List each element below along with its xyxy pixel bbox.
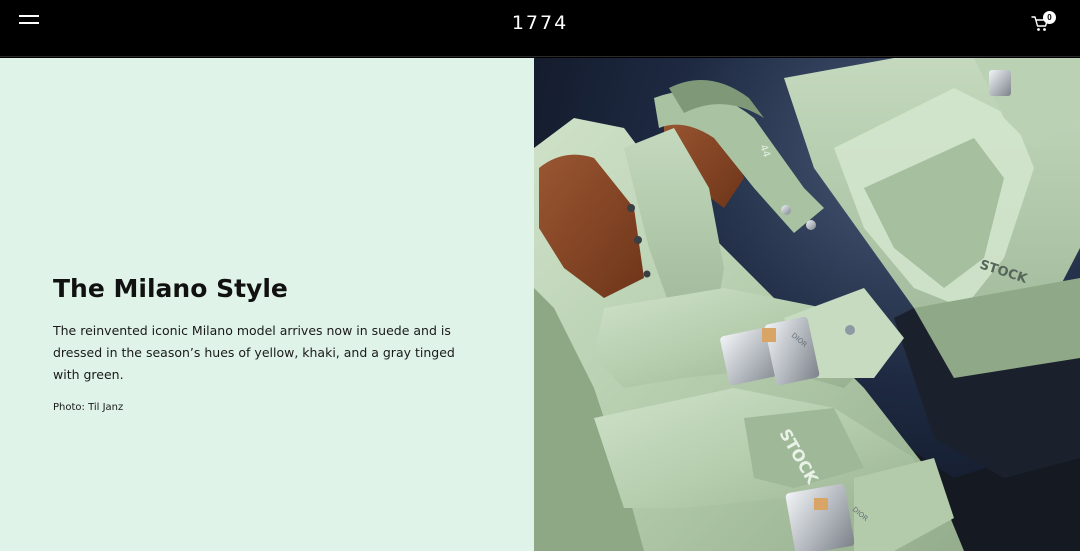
site-logo[interactable]: 1774: [0, 12, 1080, 34]
shopping-cart-button[interactable]: 0: [1029, 11, 1061, 37]
feature-title: The Milano Style: [53, 274, 288, 303]
feature-text-panel: The Milano Style The reinvented iconic M…: [0, 58, 534, 551]
photo-credit: Photo: Til Janz: [53, 402, 124, 413]
top-navigation-bar: 1774 0: [0, 0, 1080, 57]
feature-product-image: STOCK STOCK DIOR DIOR 44: [534, 58, 1080, 551]
sandal-photo: STOCK STOCK DIOR DIOR 44: [534, 58, 1080, 551]
feature-description: The reinvented iconic Milano model arriv…: [53, 323, 455, 382]
cart-count-badge: 0: [1043, 11, 1056, 24]
